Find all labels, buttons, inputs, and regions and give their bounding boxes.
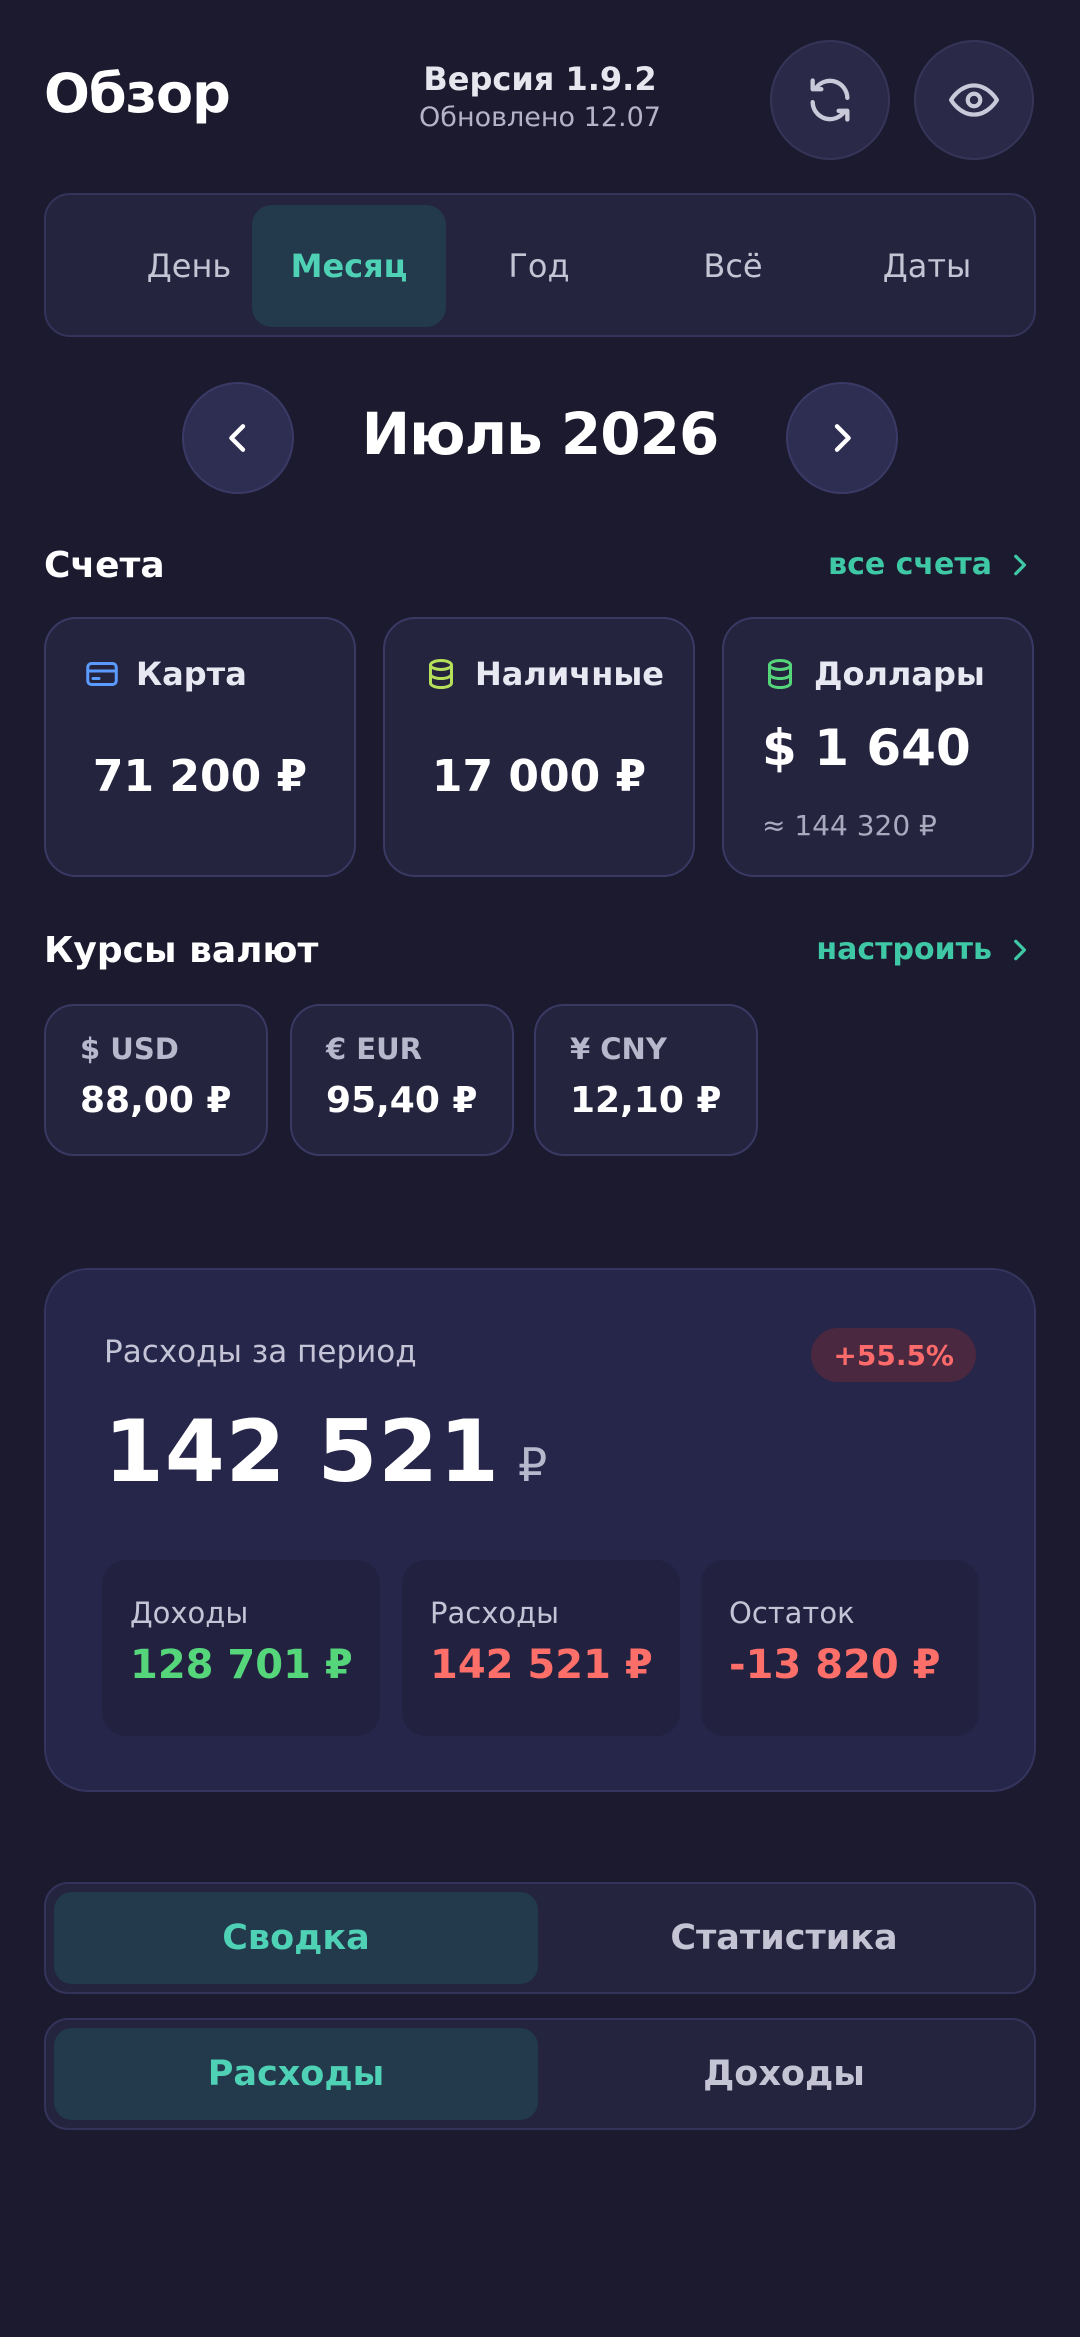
account-name: Карта	[136, 655, 247, 693]
currency-code: ¥ CNY	[570, 1032, 667, 1066]
toggle-income[interactable]: Доходы	[542, 2028, 1026, 2120]
stat-value: 142 521 ₽	[430, 1642, 653, 1688]
account-card-dollars[interactable]: Доллары $ 1 640 ≈ 144 320 ₽	[722, 617, 1034, 877]
eye-icon	[949, 83, 999, 117]
stat-label: Остаток	[729, 1596, 855, 1630]
rates-title: Курсы валют	[44, 930, 319, 971]
toggle-expenses[interactable]: Расходы	[54, 2028, 538, 2120]
stat-value: -13 820 ₽	[729, 1642, 941, 1688]
stat-label: Доходы	[130, 1596, 249, 1630]
currency-code: € EUR	[326, 1032, 422, 1066]
toggle-summary[interactable]: Сводка	[54, 1892, 538, 1984]
view-toggle: Сводка Статистика	[44, 1882, 1036, 1994]
currency-rate: 12,10 ₽	[570, 1080, 722, 1121]
refresh-button[interactable]	[770, 40, 890, 160]
rate-chip-usd[interactable]: $ USD 88,00 ₽	[44, 1004, 268, 1156]
card-icon	[86, 662, 118, 686]
all-accounts-label: все счета	[828, 547, 992, 582]
account-balance: 17 000 ₽	[431, 751, 647, 802]
page-title: Обзор	[44, 62, 231, 125]
income-stat: Доходы 128 701 ₽	[102, 1560, 380, 1736]
type-toggle: Расходы Доходы	[44, 2018, 1036, 2130]
chevron-right-icon	[1014, 939, 1027, 960]
tab-year[interactable]: Год	[442, 205, 636, 327]
version-label: Версия 1.9.2	[423, 60, 657, 98]
tab-dates[interactable]: Даты	[830, 205, 1024, 327]
updated-label: Обновлено 12.07	[419, 102, 661, 133]
configure-label: настроить	[816, 932, 992, 967]
current-month: Июль 2026	[361, 400, 720, 468]
accounts-title: Счета	[44, 545, 165, 586]
change-badge: +55.5%	[811, 1328, 976, 1382]
period-tabs: День Месяц Год Всё Даты	[44, 193, 1036, 337]
chevron-right-icon	[1014, 554, 1027, 575]
overview-screen: Обзор Версия 1.9.2 Обновлено 12.07 День …	[0, 0, 1080, 2337]
account-converted: ≈ 144 320 ₽	[762, 809, 937, 842]
tab-month[interactable]: Месяц	[252, 205, 446, 327]
period-summary-card: Расходы за период +55.5% 142 521 ₽ Доход…	[44, 1268, 1036, 1792]
total-amount: 142 521	[104, 1402, 500, 1502]
rate-chip-eur[interactable]: € EUR 95,40 ₽	[290, 1004, 514, 1156]
currency-rate: 88,00 ₽	[80, 1080, 232, 1121]
account-balance: $ 1 640	[762, 719, 971, 777]
account-name: Наличные	[475, 655, 664, 693]
account-name: Доллары	[814, 655, 985, 693]
account-card-card[interactable]: Карта 71 200 ₽	[44, 617, 356, 877]
visibility-toggle-button[interactable]	[914, 40, 1034, 160]
coins-icon	[768, 659, 792, 690]
summary-total: 142 521 ₽	[104, 1402, 547, 1502]
all-accounts-link[interactable]: все счета	[828, 547, 1032, 582]
coins-icon	[429, 659, 453, 690]
currency-code: $ USD	[80, 1032, 179, 1066]
account-header: Наличные	[423, 655, 664, 693]
chevron-left-icon	[229, 424, 246, 452]
chevron-right-icon	[834, 424, 851, 452]
tab-all[interactable]: Всё	[636, 205, 830, 327]
currency-rate: 95,40 ₽	[326, 1080, 478, 1121]
expense-stat: Расходы 142 521 ₽	[402, 1560, 680, 1736]
account-card-cash[interactable]: Наличные 17 000 ₽	[383, 617, 695, 877]
next-month-button[interactable]	[786, 382, 898, 494]
stat-value: 128 701 ₽	[130, 1642, 353, 1688]
balance-stat: Остаток -13 820 ₽	[701, 1560, 979, 1736]
total-currency: ₽	[517, 1438, 548, 1492]
account-header: Доллары	[762, 655, 985, 693]
toggle-statistics[interactable]: Статистика	[542, 1892, 1026, 1984]
account-balance: 71 200 ₽	[92, 751, 308, 802]
stat-label: Расходы	[430, 1596, 560, 1630]
account-header: Карта	[84, 655, 247, 693]
refresh-icon	[810, 78, 850, 122]
configure-rates-link[interactable]: настроить	[816, 932, 1032, 967]
summary-label: Расходы за период	[104, 1334, 417, 1370]
prev-month-button[interactable]	[182, 382, 294, 494]
version-info: Версия 1.9.2 Обновлено 12.07	[380, 60, 700, 133]
rate-chip-cny[interactable]: ¥ CNY 12,10 ₽	[534, 1004, 758, 1156]
